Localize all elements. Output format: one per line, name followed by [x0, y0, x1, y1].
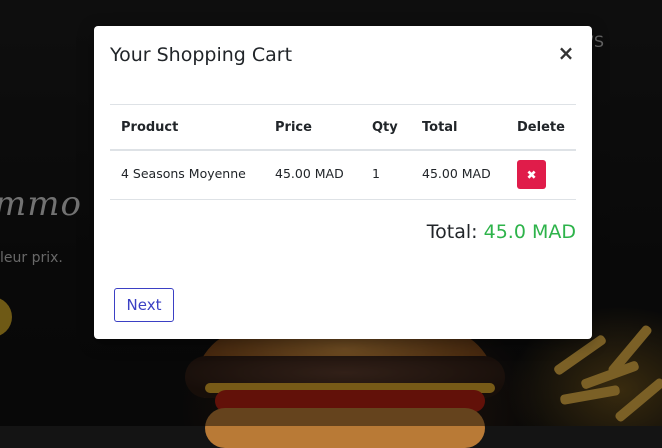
total-label: Total:: [426, 221, 478, 243]
column-header-price: Price: [264, 104, 361, 151]
shopping-cart-modal: Your Shopping Cart × Product Price Qty T…: [94, 26, 592, 339]
total-amount: 45.0 MAD: [483, 221, 576, 243]
cell-product: 4 Seasons Moyenne: [110, 150, 264, 200]
column-header-product: Product: [110, 104, 264, 151]
cell-total: 45.00 MAD: [411, 150, 506, 200]
cell-qty: 1: [361, 150, 411, 200]
close-x-icon: ✖: [526, 167, 537, 182]
next-button[interactable]: Next: [114, 288, 174, 322]
cell-delete: ✖: [506, 150, 576, 200]
table-header-row: Product Price Qty Total Delete: [110, 104, 576, 151]
column-header-total: Total: [411, 104, 506, 151]
column-header-delete: Delete: [506, 104, 576, 151]
delete-item-button[interactable]: ✖: [517, 160, 546, 189]
cart-total: Total: 45.0 MAD: [427, 221, 576, 243]
cart-table: Product Price Qty Total Delete 4 Seasons…: [110, 104, 576, 200]
close-button[interactable]: ×: [556, 42, 576, 64]
modal-title: Your Shopping Cart: [110, 44, 293, 66]
cell-price: 45.00 MAD: [264, 150, 361, 200]
column-header-qty: Qty: [361, 104, 411, 151]
table-row: 4 Seasons Moyenne 45.00 MAD 1 45.00 MAD …: [110, 150, 576, 200]
